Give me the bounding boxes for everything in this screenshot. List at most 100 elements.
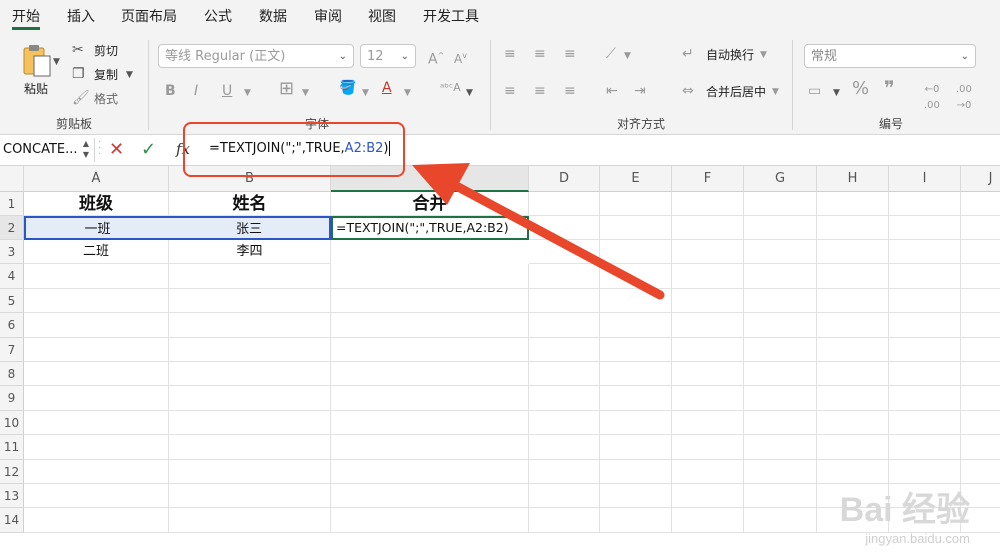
cell-b2[interactable]: 张三 — [169, 216, 331, 240]
empty-cell[interactable] — [169, 362, 331, 386]
fill-color-dropdown-icon[interactable]: ▼ — [362, 85, 369, 101]
font-color-dropdown-icon[interactable]: ▼ — [404, 85, 411, 101]
empty-cell[interactable] — [331, 484, 529, 508]
row-header-2[interactable]: 2 — [0, 216, 24, 240]
empty-cell[interactable] — [744, 192, 817, 216]
empty-cell[interactable] — [331, 264, 529, 289]
empty-cell[interactable] — [744, 313, 817, 338]
empty-cell[interactable] — [817, 338, 889, 362]
empty-cell[interactable] — [744, 338, 817, 362]
empty-cell[interactable] — [889, 264, 961, 289]
empty-cell[interactable] — [331, 362, 529, 386]
borders-dropdown-icon[interactable]: ▼ — [302, 85, 309, 101]
empty-cell[interactable] — [672, 435, 744, 460]
empty-cell[interactable] — [600, 411, 672, 435]
empty-cell[interactable] — [961, 313, 1000, 338]
empty-cell[interactable] — [672, 192, 744, 216]
tab-formulas[interactable]: 公式 — [204, 7, 232, 27]
empty-cell[interactable] — [600, 386, 672, 411]
increase-indent-icon[interactable]: ⇥ — [634, 83, 646, 99]
empty-cell[interactable] — [817, 192, 889, 216]
empty-cell[interactable] — [672, 484, 744, 508]
empty-cell[interactable] — [169, 484, 331, 508]
empty-cell[interactable] — [24, 289, 169, 313]
empty-cell[interactable] — [529, 313, 600, 338]
empty-cell[interactable] — [889, 216, 961, 240]
font-name-select[interactable]: 等线 Regular (正文) ⌄ — [158, 44, 354, 68]
empty-cell[interactable] — [961, 216, 1000, 240]
empty-cell[interactable] — [889, 460, 961, 484]
empty-cell[interactable] — [169, 411, 331, 435]
empty-cell[interactable] — [331, 338, 529, 362]
empty-cell[interactable] — [672, 313, 744, 338]
empty-cell[interactable] — [744, 484, 817, 508]
underline-dropdown-icon[interactable]: ▼ — [244, 85, 251, 101]
percent-icon[interactable]: % — [852, 80, 869, 98]
empty-cell[interactable] — [817, 460, 889, 484]
row-header-11[interactable]: 11 — [0, 435, 24, 460]
increase-font-icon[interactable]: A^ — [428, 48, 444, 68]
empty-cell[interactable] — [672, 362, 744, 386]
empty-cell[interactable] — [529, 192, 600, 216]
row-header-4[interactable]: 4 — [0, 264, 24, 289]
empty-cell[interactable] — [529, 289, 600, 313]
empty-cell[interactable] — [24, 508, 169, 533]
empty-cell[interactable] — [961, 264, 1000, 289]
decrease-font-icon[interactable]: Av — [454, 48, 467, 67]
orientation-dropdown-icon[interactable]: ▼ — [624, 48, 631, 64]
empty-cell[interactable] — [817, 240, 889, 264]
column-header-a[interactable]: A — [24, 166, 169, 192]
empty-cell[interactable] — [24, 411, 169, 435]
empty-cell[interactable] — [169, 264, 331, 289]
empty-cell[interactable] — [600, 362, 672, 386]
row-header-10[interactable]: 10 — [0, 411, 24, 435]
empty-cell[interactable] — [744, 508, 817, 533]
empty-cell[interactable] — [672, 338, 744, 362]
empty-cell[interactable] — [961, 460, 1000, 484]
column-header-i[interactable]: I — [889, 166, 961, 192]
empty-cell[interactable] — [529, 508, 600, 533]
empty-cell[interactable] — [600, 313, 672, 338]
empty-cell[interactable] — [529, 264, 600, 289]
empty-cell[interactable] — [672, 216, 744, 240]
row-header-7[interactable]: 7 — [0, 338, 24, 362]
empty-cell[interactable] — [672, 264, 744, 289]
empty-cell[interactable] — [529, 435, 600, 460]
empty-cell[interactable] — [169, 313, 331, 338]
empty-cell[interactable] — [331, 460, 529, 484]
row-header-14[interactable]: 14 — [0, 508, 24, 533]
empty-cell[interactable] — [600, 289, 672, 313]
empty-cell[interactable] — [529, 386, 600, 411]
empty-cell[interactable] — [600, 264, 672, 289]
cell-a2[interactable]: 一班 — [24, 216, 169, 240]
column-header-f[interactable]: F — [672, 166, 744, 192]
empty-cell[interactable] — [889, 411, 961, 435]
empty-cell[interactable] — [600, 216, 672, 240]
empty-cell[interactable] — [529, 240, 600, 264]
empty-cell[interactable] — [169, 435, 331, 460]
confirm-icon[interactable]: ✓ — [141, 139, 156, 160]
empty-cell[interactable] — [961, 240, 1000, 264]
column-header-h[interactable]: H — [817, 166, 889, 192]
empty-cell[interactable] — [744, 435, 817, 460]
phonetic-dropdown-icon[interactable]: ▼ — [466, 85, 473, 101]
currency-icon[interactable]: ▭ — [808, 83, 821, 99]
align-top-icon[interactable]: ≡ — [504, 46, 516, 62]
empty-cell[interactable] — [744, 386, 817, 411]
cell-c2[interactable]: =TEXTJOIN(";",TRUE,A2:B2) — [331, 216, 529, 240]
cell-b3[interactable]: 李四 — [169, 240, 331, 264]
empty-cell[interactable] — [672, 411, 744, 435]
paste-dropdown-icon[interactable]: ▼ — [53, 54, 60, 70]
column-header-e[interactable]: E — [600, 166, 672, 192]
tab-page-layout[interactable]: 页面布局 — [121, 7, 177, 27]
cell-c1[interactable]: 合并 — [331, 192, 529, 216]
empty-cell[interactable] — [331, 411, 529, 435]
empty-cell[interactable] — [24, 313, 169, 338]
empty-cell[interactable] — [600, 240, 672, 264]
tab-view[interactable]: 视图 — [368, 7, 396, 27]
name-box-stepper-icon[interactable]: ▲ ▼ — [83, 138, 89, 160]
italic-icon[interactable]: I — [194, 83, 198, 99]
align-right-icon[interactable]: ≡ — [564, 83, 576, 99]
underline-icon[interactable]: U — [222, 83, 232, 99]
empty-cell[interactable] — [961, 386, 1000, 411]
